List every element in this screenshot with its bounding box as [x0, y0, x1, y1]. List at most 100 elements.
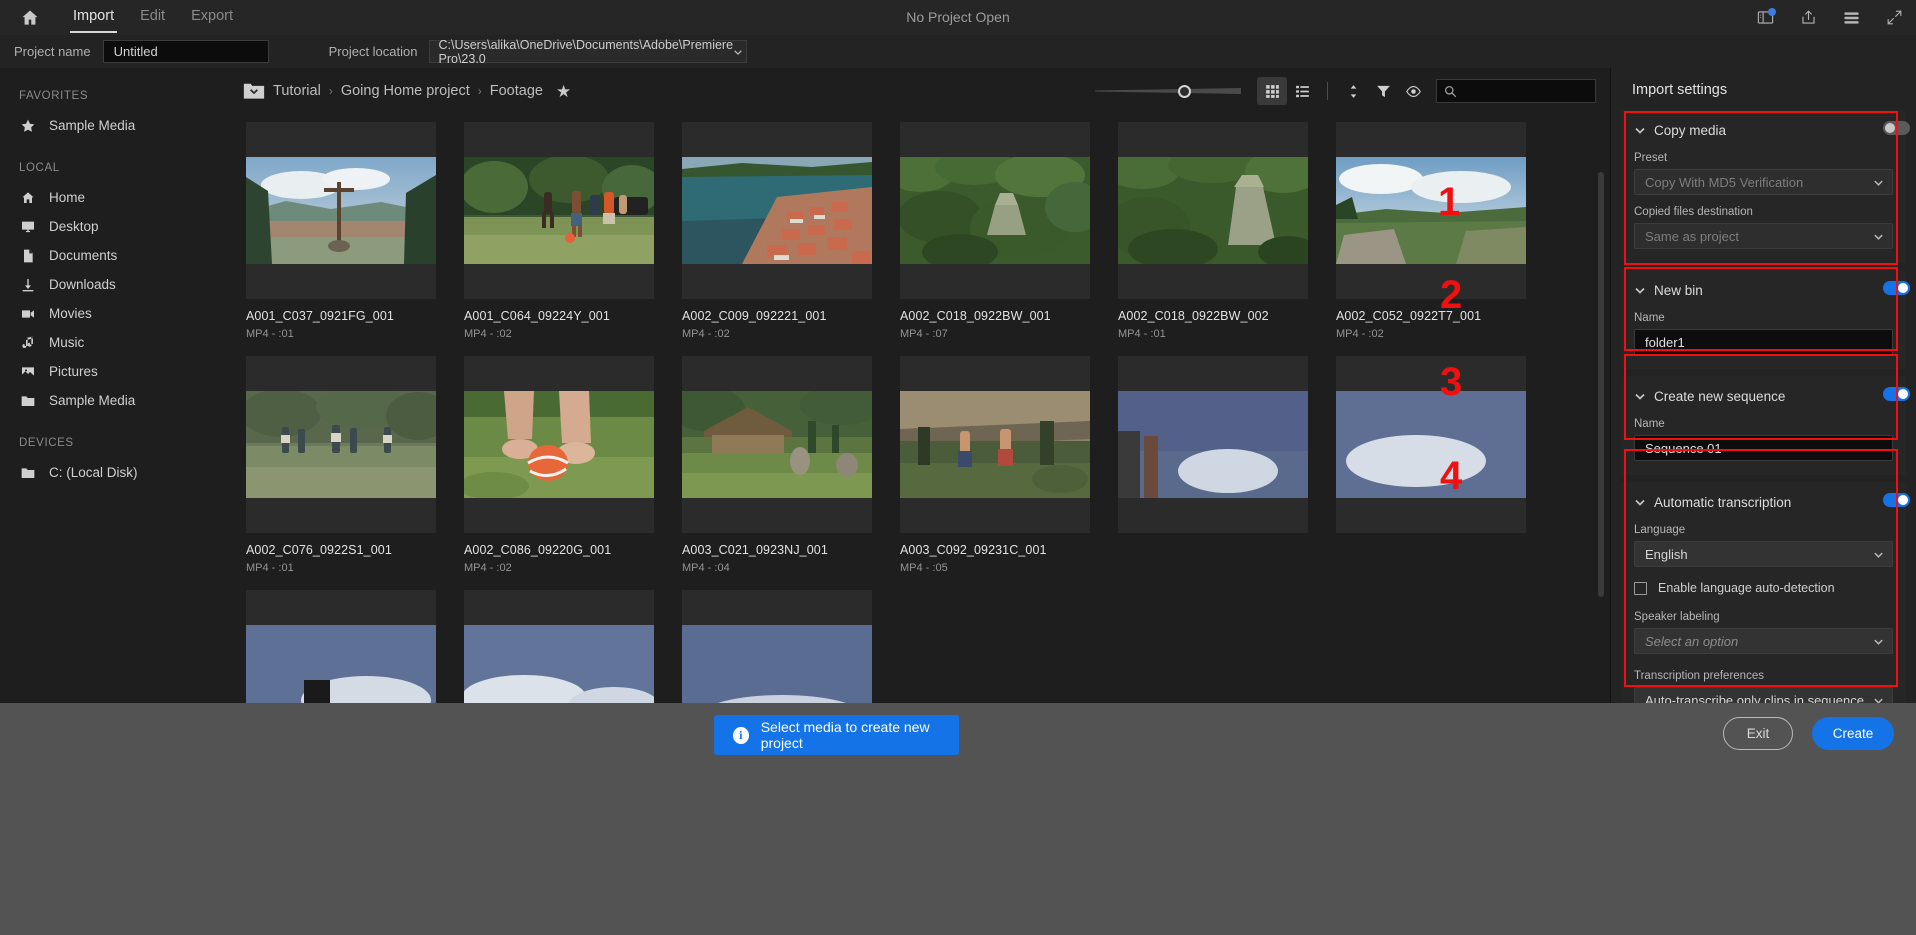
media-thumbnail[interactable] — [1118, 122, 1308, 299]
media-thumbnail[interactable] — [1118, 356, 1308, 533]
media-name: A002_C009_092221_001 — [682, 309, 827, 323]
project-location-select[interactable]: C:\Users\alika\OneDrive\Documents\Adobe\… — [429, 38, 748, 66]
media-item[interactable] — [1336, 356, 1547, 574]
home-icon[interactable] — [0, 0, 60, 35]
folder-dropdown-icon[interactable] — [243, 82, 265, 100]
section-title: Automatic transcription — [1654, 494, 1792, 510]
sidebar-item-sample-media-local[interactable]: Sample Media — [0, 386, 232, 415]
select-media-cta-button[interactable]: i Select media to create new project — [714, 715, 959, 755]
media-thumbnail[interactable] — [464, 122, 654, 299]
media-item[interactable]: A003_C021_0923NJ_001 MP4 - :04 — [682, 356, 893, 574]
search-input[interactable] — [1436, 79, 1596, 103]
media-thumbnail[interactable] — [682, 356, 872, 533]
media-item[interactable]: A002_C052_0922T7_001 MP4 - :02 — [1336, 122, 1547, 340]
tab-edit[interactable]: Edit — [127, 0, 178, 35]
home-icon — [19, 189, 36, 206]
sidebar-item-local-disk[interactable]: C: (Local Disk) — [0, 458, 232, 487]
share-icon[interactable] — [1796, 6, 1820, 30]
panel-notification-icon[interactable] — [1753, 6, 1777, 30]
chevron-down-icon[interactable] — [1634, 284, 1646, 296]
exit-button[interactable]: Exit — [1723, 717, 1793, 750]
new-bin-toggle[interactable] — [1883, 281, 1910, 295]
sidebar-item-pictures[interactable]: Pictures — [0, 357, 232, 386]
star-icon — [19, 117, 36, 134]
sidebar-item-home[interactable]: Home — [0, 183, 232, 212]
tab-import[interactable]: Import — [60, 0, 127, 35]
media-name: A002_C076_0922S1_001 — [246, 543, 392, 557]
fullscreen-icon[interactable] — [1882, 6, 1906, 30]
new-bin-name-label: Name — [1634, 312, 1665, 324]
media-thumbnail[interactable] — [464, 590, 654, 703]
copy-media-toggle[interactable] — [1883, 121, 1910, 135]
breadcrumb-item-footage[interactable]: Footage — [490, 83, 543, 99]
enable-language-auto-detection-row[interactable]: Enable language auto-detection — [1634, 581, 1893, 595]
list-view-icon[interactable] — [1287, 77, 1317, 105]
breadcrumb-separator: › — [328, 84, 333, 98]
media-item[interactable] — [246, 590, 457, 703]
chevron-down-icon[interactable] — [1634, 124, 1646, 136]
section-title: Copy media — [1654, 122, 1727, 138]
checkbox-icon[interactable] — [1634, 581, 1647, 595]
sidebar-item-label: Pictures — [49, 364, 98, 379]
create-button[interactable]: Create — [1812, 717, 1894, 750]
copied-files-destination-select[interactable]: Same as project — [1634, 223, 1893, 249]
breadcrumb-item-going-home-project[interactable]: Going Home project — [341, 83, 470, 99]
breadcrumb-item-tutorial[interactable]: Tutorial — [273, 83, 321, 99]
media-thumbnail[interactable] — [246, 122, 436, 299]
slider-knob[interactable] — [1178, 85, 1191, 98]
preset-value: Copy With MD5 Verification — [1645, 174, 1804, 190]
sidebar-item-downloads[interactable]: Downloads — [0, 270, 232, 299]
vertical-scrollbar[interactable] — [1598, 172, 1604, 597]
thumbnail-size-slider[interactable] — [1095, 81, 1241, 101]
media-item[interactable]: A003_C092_09231C_001 MP4 - :05 — [900, 356, 1111, 574]
media-item[interactable] — [1118, 356, 1329, 574]
media-grid-scroll-area[interactable]: A001_C037_0921FG_001 MP4 - :01 A001_C064… — [232, 114, 1610, 703]
section-header[interactable]: Automatic transcription — [1634, 491, 1910, 513]
tab-export[interactable]: Export — [178, 0, 246, 35]
media-thumbnail[interactable] — [1336, 122, 1526, 299]
media-item[interactable]: A001_C037_0921FG_001 MP4 - :01 — [246, 122, 457, 340]
chevron-down-icon[interactable] — [1634, 390, 1646, 402]
automatic-transcription-toggle[interactable] — [1883, 493, 1910, 507]
grid-view-icon[interactable] — [1257, 77, 1287, 105]
section-header[interactable]: Copy media — [1634, 119, 1910, 141]
section-header[interactable]: New bin — [1634, 279, 1910, 301]
project-name-input[interactable]: Untitled — [102, 40, 269, 63]
sort-icon[interactable] — [1338, 77, 1368, 105]
media-thumbnail[interactable] — [682, 590, 872, 703]
speaker-labeling-select[interactable]: Select an option — [1634, 628, 1893, 654]
eye-icon[interactable] — [1398, 77, 1428, 105]
sidebar-item-desktop[interactable]: Desktop — [0, 212, 232, 241]
star-icon[interactable]: ★ — [556, 83, 571, 100]
media-item[interactable]: A002_C086_09220G_001 MP4 - :02 — [464, 356, 675, 574]
media-item[interactable]: A002_C076_0922S1_001 MP4 - :01 — [246, 356, 457, 574]
filter-icon[interactable] — [1368, 77, 1398, 105]
media-thumbnail[interactable] — [246, 590, 436, 703]
media-item[interactable]: A001_C064_09224Y_001 MP4 - :02 — [464, 122, 675, 340]
section-header[interactable]: Create new sequence — [1634, 385, 1910, 407]
sequence-name-input[interactable]: Sequence 01 — [1634, 435, 1893, 461]
media-item[interactable] — [682, 590, 893, 703]
media-thumbnail[interactable] — [246, 356, 436, 533]
media-thumbnail[interactable] — [900, 122, 1090, 299]
chevron-down-icon[interactable] — [1634, 496, 1646, 508]
media-meta: MP4 - :05 — [900, 562, 948, 574]
new-bin-name-input[interactable]: folder1 — [1634, 329, 1893, 355]
media-thumbnail[interactable] — [464, 356, 654, 533]
create-new-sequence-toggle[interactable] — [1883, 387, 1910, 401]
media-thumbnail[interactable] — [682, 122, 872, 299]
sidebar-item-documents[interactable]: Documents — [0, 241, 232, 270]
media-thumbnail[interactable] — [1336, 356, 1526, 533]
media-item[interactable]: A002_C009_092221_001 MP4 - :02 — [682, 122, 893, 340]
sidebar-item-music[interactable]: Music — [0, 328, 232, 357]
sidebar-item-movies[interactable]: Movies — [0, 299, 232, 328]
chevron-down-icon — [1874, 234, 1883, 240]
media-item[interactable]: A002_C018_0922BW_001 MP4 - :07 — [900, 122, 1111, 340]
media-item[interactable]: A002_C018_0922BW_002 MP4 - :01 — [1118, 122, 1329, 340]
media-item[interactable] — [464, 590, 675, 703]
media-thumbnail[interactable] — [900, 356, 1090, 533]
language-select[interactable]: English — [1634, 541, 1893, 567]
preset-select[interactable]: Copy With MD5 Verification — [1634, 169, 1893, 195]
sidebar-item-sample-media-fav[interactable]: Sample Media — [0, 111, 232, 140]
list-menu-icon[interactable] — [1839, 6, 1863, 30]
